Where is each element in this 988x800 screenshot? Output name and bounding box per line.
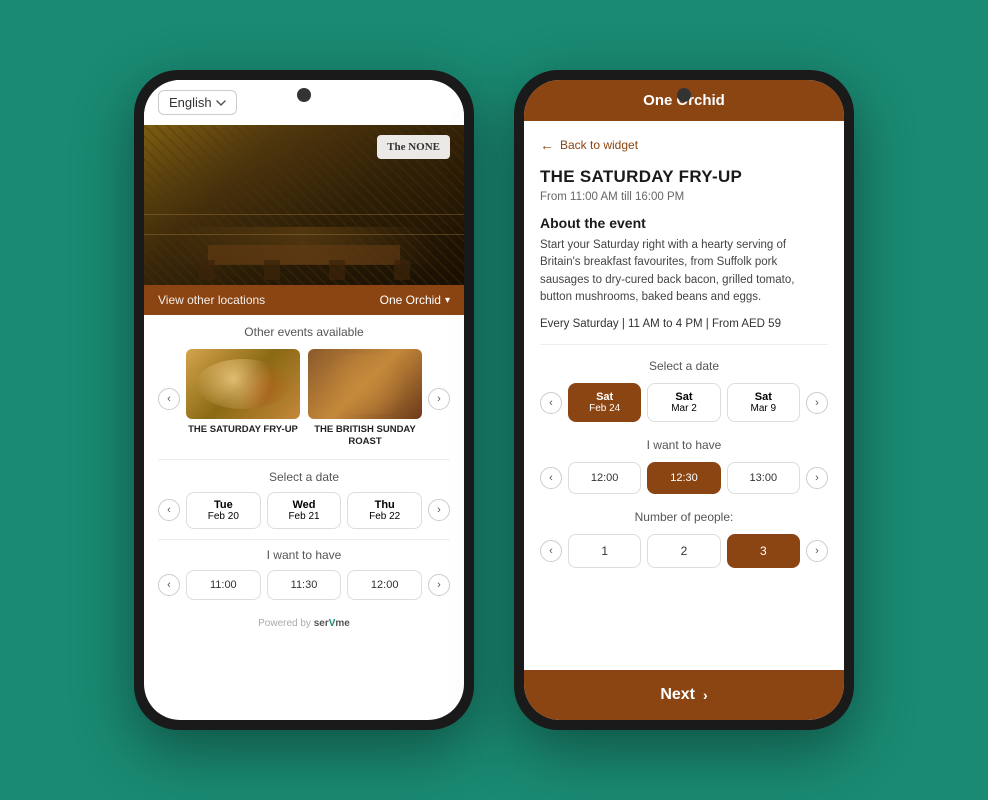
right-date-next-button[interactable]: › <box>806 392 828 414</box>
right-date-title: Select a date <box>540 359 828 373</box>
people-card-2[interactable]: 3 <box>727 534 800 568</box>
people-section: Number of people: ‹ 1 2 3 › <box>540 510 828 568</box>
brand-name: serVme <box>314 618 350 629</box>
people-card-0[interactable]: 1 <box>568 534 641 568</box>
right-time-prev-button[interactable]: ‹ <box>540 467 562 489</box>
event-title-fryup: THE SATURDAY FRY-UP <box>186 424 300 436</box>
event-image-fryup <box>186 349 300 419</box>
people-cards: 1 2 3 <box>568 534 800 568</box>
right-time-next-button[interactable]: › <box>806 467 828 489</box>
date-title: Select a date <box>158 470 450 484</box>
events-title: Other events available <box>158 325 450 339</box>
event-name: THE SATURDAY FRY-UP <box>540 167 828 187</box>
date-num-1: Feb 21 <box>272 511 337 522</box>
people-next-button[interactable]: › <box>806 540 828 562</box>
people-carousel: ‹ 1 2 3 › <box>540 534 828 568</box>
time-next-button[interactable]: › <box>428 574 450 596</box>
time-cards: 11:00 11:30 12:00 <box>186 570 422 600</box>
language-selector[interactable]: English <box>158 90 237 115</box>
people-card-1[interactable]: 2 <box>647 534 720 568</box>
location-chevron-icon: ▾ <box>445 295 450 306</box>
right-date-card-0[interactable]: Sat Feb 24 <box>568 383 641 422</box>
phone-notch <box>297 88 311 102</box>
right-date-num-1: Mar 2 <box>652 403 715 414</box>
time-carousel: ‹ 11:00 11:30 12:00 › <box>158 570 450 600</box>
right-time-card-1[interactable]: 12:30 <box>647 462 720 494</box>
date-day-2: Thu <box>352 499 417 511</box>
right-date-cards: Sat Feb 24 Sat Mar 2 Sat Mar 9 <box>568 383 800 422</box>
date-num-2: Feb 22 <box>352 511 417 522</box>
right-time-section: I want to have ‹ 12:00 12:30 13:00 <box>540 438 828 494</box>
time-section: I want to have ‹ 11:00 11:30 12:00 › <box>144 540 464 608</box>
date-card-1[interactable]: Wed Feb 21 <box>267 492 342 529</box>
next-button[interactable]: Next › <box>524 670 844 720</box>
right-screen: One Orchid ← Back to widget THE SATURDAY… <box>524 80 844 720</box>
right-date-card-2[interactable]: Sat Mar 9 <box>727 383 800 422</box>
date-section: Select a date ‹ Tue Feb 20 Wed Feb 21 Th… <box>144 460 464 539</box>
time-title: I want to have <box>158 548 450 562</box>
date-num-0: Feb 20 <box>191 511 256 522</box>
date-prev-button[interactable]: ‹ <box>158 499 180 521</box>
events-prev-button[interactable]: ‹ <box>158 388 180 410</box>
right-date-carousel: ‹ Sat Feb 24 Sat Mar 2 Sat Mar 9 <box>540 383 828 422</box>
people-title: Number of people: <box>540 510 828 524</box>
right-date-num-0: Feb 24 <box>573 403 636 414</box>
time-card-2[interactable]: 12:00 <box>347 570 422 600</box>
event-time: From 11:00 AM till 16:00 PM <box>540 191 828 203</box>
event-summary: Every Saturday | 11 AM to 4 PM | From AE… <box>540 318 828 345</box>
events-next-button[interactable]: › <box>428 388 450 410</box>
left-screen: English The NONE <box>144 80 464 720</box>
event-title-roast: THE BRITISH SUNDAY ROAST <box>308 424 422 449</box>
next-chevron-icon: › <box>703 687 708 703</box>
date-next-button[interactable]: › <box>428 499 450 521</box>
right-date-section: Select a date ‹ Sat Feb 24 Sat Mar 2 <box>540 359 828 422</box>
date-card-2[interactable]: Thu Feb 22 <box>347 492 422 529</box>
about-title: About the event <box>540 215 828 231</box>
right-date-day-0: Sat <box>573 391 636 403</box>
time-prev-button[interactable]: ‹ <box>158 574 180 596</box>
right-content: ← Back to widget THE SATURDAY FRY-UP Fro… <box>524 121 844 670</box>
language-bar: English <box>144 80 464 125</box>
chevron-down-icon <box>216 98 226 108</box>
time-card-1[interactable]: 11:30 <box>267 570 342 600</box>
right-date-num-2: Mar 9 <box>732 403 795 414</box>
location-bar: View other locations One Orchid ▾ <box>144 285 464 315</box>
event-image-roast <box>308 349 422 419</box>
event-cards: THE SATURDAY FRY-UP THE BRITISH SUNDAY R… <box>186 349 422 449</box>
right-phone: One Orchid ← Back to widget THE SATURDAY… <box>514 70 854 730</box>
event-card-fryup[interactable]: THE SATURDAY FRY-UP <box>186 349 300 449</box>
left-phone: English The NONE <box>134 70 474 730</box>
language-label: English <box>169 95 212 110</box>
events-carousel: ‹ THE SATURDAY FRY-UP THE BRITISH SUNDAY… <box>158 349 450 449</box>
date-carousel: ‹ Tue Feb 20 Wed Feb 21 Thu Feb 22 › <box>158 492 450 529</box>
people-prev-button[interactable]: ‹ <box>540 540 562 562</box>
restaurant-logo: The NONE <box>377 135 450 159</box>
events-section: Other events available ‹ THE SATURDAY FR… <box>144 315 464 459</box>
right-date-card-1[interactable]: Sat Mar 2 <box>647 383 720 422</box>
about-text: Start your Saturday right with a hearty … <box>540 237 828 306</box>
event-card-roast[interactable]: THE BRITISH SUNDAY ROAST <box>308 349 422 449</box>
date-card-0[interactable]: Tue Feb 20 <box>186 492 261 529</box>
right-time-cards: 12:00 12:30 13:00 <box>568 462 800 494</box>
right-date-day-1: Sat <box>652 391 715 403</box>
right-time-card-2[interactable]: 13:00 <box>727 462 800 494</box>
right-time-card-0[interactable]: 12:00 <box>568 462 641 494</box>
right-date-prev-button[interactable]: ‹ <box>540 392 562 414</box>
date-day-1: Wed <box>272 499 337 511</box>
right-date-day-2: Sat <box>732 391 795 403</box>
current-location: One Orchid ▾ <box>380 293 450 307</box>
restaurant-image: The NONE <box>144 125 464 285</box>
back-arrow-icon: ← <box>540 137 554 153</box>
view-other-locations[interactable]: View other locations <box>158 293 265 307</box>
back-to-widget[interactable]: ← Back to widget <box>540 137 828 153</box>
right-phone-notch <box>677 88 691 102</box>
right-time-title: I want to have <box>540 438 828 452</box>
powered-by: Powered by serVme <box>144 608 464 639</box>
time-card-0[interactable]: 11:00 <box>186 570 261 600</box>
date-cards: Tue Feb 20 Wed Feb 21 Thu Feb 22 <box>186 492 422 529</box>
date-day-0: Tue <box>191 499 256 511</box>
right-time-carousel: ‹ 12:00 12:30 13:00 › <box>540 462 828 494</box>
